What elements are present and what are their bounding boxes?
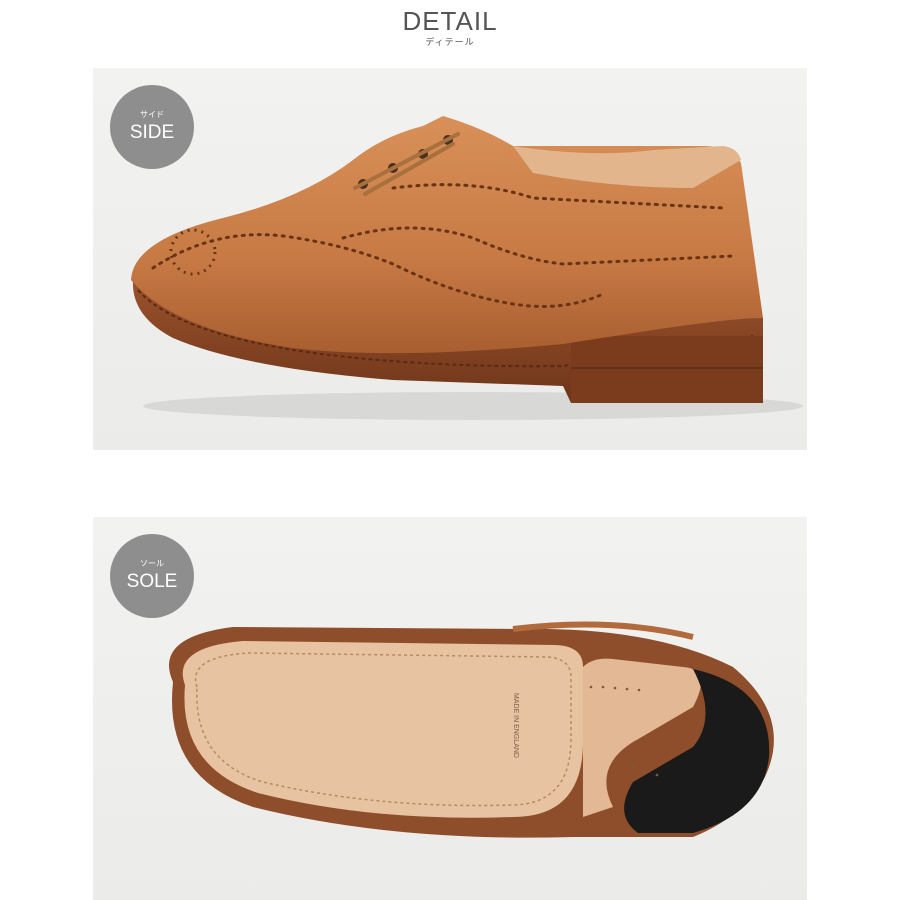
sole-stamp: MADE IN ENGLAND [511,693,519,758]
shoe-sole-illustration [169,621,774,838]
sole-view-panel: ソール SOLE MADE IN ENGLAND [93,517,807,900]
detail-title: DETAIL [402,6,498,36]
shoe-side-illustration [131,116,803,420]
side-view-panel: サイド SIDE [93,68,807,450]
sole-badge-en: SOLE [126,571,178,592]
detail-subtitle: ディテール [425,37,475,47]
shoe-heel [571,336,763,403]
sole-badge: ソール SOLE [110,534,194,618]
side-badge-jp: サイド [140,110,164,119]
detail-header: DETAIL ディテール [0,0,900,60]
side-badge-en: SIDE [129,122,175,143]
sole-badge-jp: ソール [140,559,164,568]
side-badge: サイド SIDE [110,85,194,169]
